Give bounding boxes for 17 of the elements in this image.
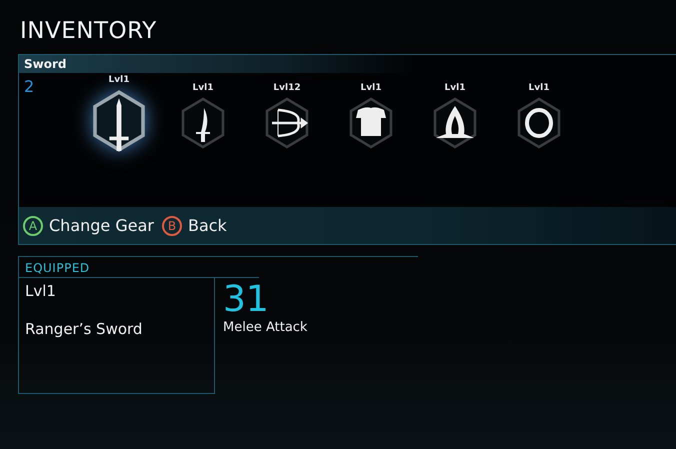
item-count: 2: [23, 76, 36, 98]
screen-title: INVENTORY: [20, 17, 158, 46]
controller-key-icon: B: [162, 216, 182, 236]
item-level: Lvl1: [444, 83, 466, 95]
item-level: Lvl1: [108, 75, 130, 87]
controller-key-icon: A: [23, 216, 43, 236]
item-level: Lvl1: [528, 83, 550, 95]
stat-label: Melee Attack: [223, 320, 308, 335]
action-hint[interactable]: A Change Gear: [23, 216, 154, 236]
item-level: Lvl1: [360, 83, 382, 95]
action-hint[interactable]: B Back: [162, 216, 227, 236]
item-level: Lvl12: [273, 83, 301, 95]
equipped-heading: EQUIPPED: [19, 257, 259, 278]
equipped-level: Lvl1: [25, 282, 57, 300]
stat-value: 31: [223, 280, 270, 320]
equipped-name: Ranger’s Sword: [25, 320, 144, 338]
item-level: Lvl1: [192, 83, 214, 95]
